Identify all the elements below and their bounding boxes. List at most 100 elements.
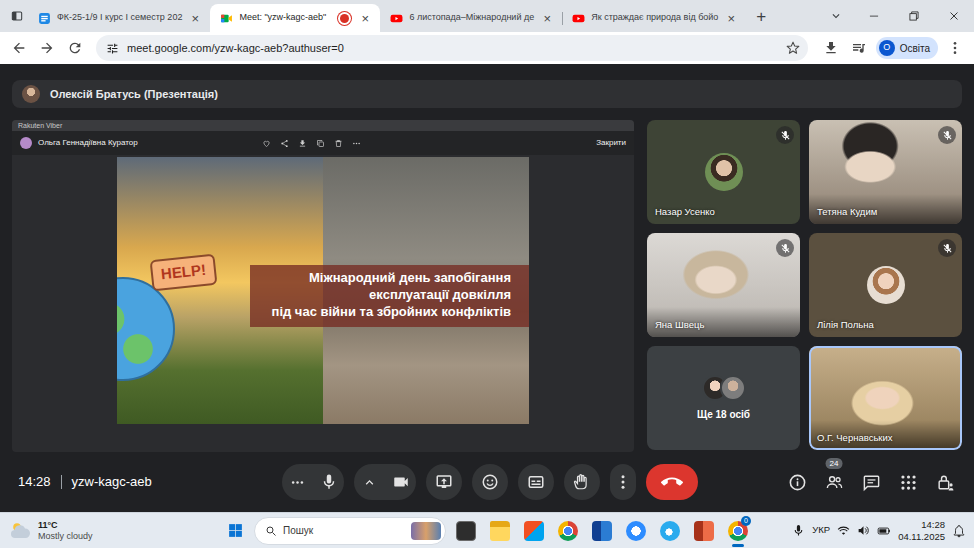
taskbar-search[interactable]: Пошук xyxy=(254,517,446,545)
side-controls: 24 xyxy=(698,464,962,500)
tab-overview-icon[interactable] xyxy=(6,2,28,30)
present-icon xyxy=(435,473,453,491)
battery-icon[interactable] xyxy=(877,524,891,538)
tab-strip: ФК-25-1/9 І курс І семестр 202×Meet: "yz… xyxy=(0,0,974,32)
presenter-avatar xyxy=(22,85,40,103)
microphone-button[interactable] xyxy=(313,464,344,500)
people-button[interactable]: 24 xyxy=(817,464,851,500)
site-settings-icon[interactable] xyxy=(106,42,119,55)
input-language[interactable]: УКР xyxy=(812,523,830,537)
taskbar-app[interactable] xyxy=(587,514,616,548)
system-clock[interactable]: 14:2804.11.2025 xyxy=(898,519,945,543)
browser-tab[interactable]: 6 листопада–Міжнародний де× xyxy=(380,4,562,32)
mic-off-icon xyxy=(942,243,953,254)
like-icon[interactable] xyxy=(262,139,271,148)
close-tab-button[interactable]: × xyxy=(540,12,554,25)
start-button[interactable] xyxy=(221,516,249,546)
participant-tile[interactable]: Назар Усенко xyxy=(647,120,800,224)
bookmark-star-icon[interactable] xyxy=(786,41,800,55)
chrome-menu-button[interactable] xyxy=(942,35,968,61)
forward-button[interactable] xyxy=(34,35,60,61)
tile-border xyxy=(647,346,800,450)
close-window-button[interactable] xyxy=(934,0,974,32)
video-options-button[interactable] xyxy=(354,464,385,500)
browser-tab[interactable]: Meet: "yzw-kagc-aeb"× xyxy=(210,4,380,32)
meeting-details-button[interactable] xyxy=(780,464,814,500)
activities-button[interactable] xyxy=(891,464,925,500)
slide-title-line: під час війни та збройних конфліктів xyxy=(272,304,511,321)
address-bar[interactable]: meet.google.com/yzw-kagc-aeb?authuser=0 xyxy=(96,35,808,61)
more-wrap: Ще 18 осіб xyxy=(647,346,800,450)
profile-button[interactable]: ООсвіта xyxy=(876,37,938,59)
taskbar-app[interactable] xyxy=(621,514,650,548)
microphone-icon[interactable] xyxy=(792,524,805,537)
meeting-stage: Rakuten ViberОльга Геннадіївна КураторЗа… xyxy=(12,120,962,452)
present-button[interactable] xyxy=(426,464,462,500)
more-icon[interactable] xyxy=(352,139,361,148)
muted-indicator xyxy=(938,126,956,144)
browser-tab[interactable]: Як страждає природа від бойо× xyxy=(562,4,746,32)
slide-title-line: Міжнародний день запобігання xyxy=(272,270,511,287)
tab-search-button[interactable] xyxy=(824,4,848,28)
raise-hand-button[interactable] xyxy=(564,464,600,500)
taskbar-app[interactable]: 0 xyxy=(723,514,752,548)
taskbar-app[interactable] xyxy=(519,514,548,548)
taskbar-app[interactable] xyxy=(451,514,480,548)
host-controls-button[interactable] xyxy=(928,464,962,500)
meet-favicon-icon xyxy=(220,12,233,25)
minimize-window-button[interactable] xyxy=(854,0,894,32)
restore-window-button[interactable] xyxy=(894,0,934,32)
participant-tile[interactable]: Тетяна Кудим xyxy=(809,120,962,224)
participant-tile[interactable]: О.Г. Чернавських xyxy=(809,346,962,450)
taskbar-app[interactable] xyxy=(553,514,582,548)
close-tab-button[interactable]: × xyxy=(188,12,202,25)
participant-tile[interactable]: Лілія Польна xyxy=(809,233,962,337)
volume-icon[interactable] xyxy=(857,524,870,537)
participant-name: О.Г. Чернавських xyxy=(817,431,893,445)
copy-icon[interactable] xyxy=(316,139,325,148)
chat-button[interactable] xyxy=(854,464,888,500)
explorer-icon xyxy=(490,521,510,541)
viewer-header: Ольга Геннадіївна Куратор Закрити xyxy=(12,131,634,155)
notification-bell-icon[interactable] xyxy=(952,524,966,538)
taskbar-app[interactable] xyxy=(655,514,684,548)
download-icon[interactable] xyxy=(298,139,307,148)
back-button[interactable] xyxy=(6,35,32,61)
weather-condition: Mostly cloudy xyxy=(38,531,93,542)
windows-logo-icon xyxy=(227,522,244,539)
emoji-icon xyxy=(481,473,499,491)
minimize-icon xyxy=(867,9,881,23)
wifi-icon[interactable] xyxy=(837,524,850,537)
audio-options-button[interactable] xyxy=(282,464,313,500)
meet-window: Олексій Братусь (Презентація)Rakuten Vib… xyxy=(0,64,974,512)
taskbar-app[interactable] xyxy=(689,514,718,548)
reactions-button[interactable] xyxy=(472,464,508,500)
captions-button[interactable] xyxy=(518,464,554,500)
close-viewer-button[interactable]: Закрити xyxy=(596,137,626,149)
more-options-button[interactable] xyxy=(610,464,636,500)
url-text[interactable]: meet.google.com/yzw-kagc-aeb?authuser=0 xyxy=(127,40,778,57)
captions-icon xyxy=(527,473,545,491)
taskbar-app[interactable] xyxy=(485,514,514,548)
reload-icon xyxy=(67,40,83,56)
participant-tile[interactable]: Яна Швець xyxy=(647,233,800,337)
search-label[interactable]: Пошук xyxy=(283,523,405,538)
downloads-button[interactable] xyxy=(818,35,844,61)
camera-button[interactable] xyxy=(385,464,416,500)
close-tab-button[interactable]: × xyxy=(358,12,372,25)
share-icon[interactable] xyxy=(280,139,289,148)
more-participants-tile[interactable]: Ще 18 осіб xyxy=(647,346,800,450)
leave-call-button[interactable] xyxy=(646,464,698,500)
slide-title: Міжнародний день запобіганняексплуатації… xyxy=(250,265,529,327)
taskbar-apps: Пошук 0 xyxy=(221,514,752,548)
media-controls-button[interactable] xyxy=(846,35,872,61)
new-tab-button[interactable]: + xyxy=(746,8,776,25)
reload-button[interactable] xyxy=(62,35,88,61)
profile-avatar: О xyxy=(879,40,895,56)
weather-widget[interactable]: 11°CMostly cloudy xyxy=(8,519,221,543)
browser-tab[interactable]: ФК-25-1/9 І курс І семестр 202× xyxy=(28,4,210,32)
chat-icon xyxy=(862,473,881,492)
close-tab-button[interactable]: × xyxy=(724,12,738,25)
sender-name: Ольга Геннадіївна Куратор xyxy=(38,137,138,149)
delete-icon[interactable] xyxy=(334,139,343,148)
